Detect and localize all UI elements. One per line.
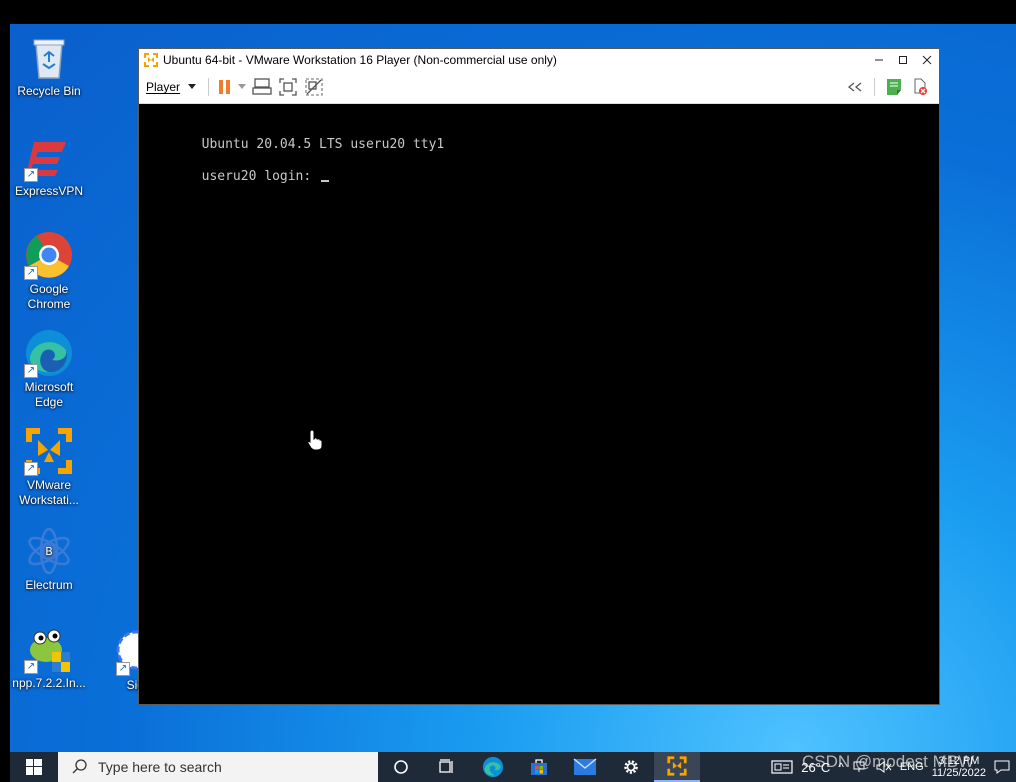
recycle-bin-icon: [24, 32, 74, 82]
desktop-icon-npp-installer[interactable]: ↗ npp.7.2.2.In...: [12, 624, 86, 691]
desktop-icon-label: Microsoft Edge: [24, 380, 74, 409]
full-screen-button[interactable]: [275, 74, 301, 100]
start-button[interactable]: [10, 752, 58, 782]
mail-icon: [573, 758, 597, 775]
desktop-icon-vmware[interactable]: ↗ VMware Workstati...: [12, 426, 86, 508]
unity-button[interactable]: [301, 74, 327, 100]
taskbar-edge[interactable]: [470, 752, 516, 782]
desktop-icon-label: Electrum: [25, 578, 73, 592]
shortcut-arrow-icon: ↗: [24, 462, 38, 476]
text-cursor: [321, 180, 330, 182]
shortcut-arrow-icon: ↗: [116, 662, 130, 676]
desktop-icon-label: npp.7.2.2.In...: [12, 676, 86, 690]
send-ctrl-alt-del-button[interactable]: [249, 74, 275, 100]
cortana-button[interactable]: [378, 752, 424, 782]
gear-icon: [624, 760, 638, 774]
message-log-button[interactable]: [881, 74, 907, 100]
chevron-down-icon: [188, 84, 197, 89]
vm-console-screen[interactable]: Ubuntu 20.04.5 LTS useru20 tty1 useru20 …: [139, 104, 939, 704]
desktop-icon-label: ExpressVPN: [14, 184, 84, 198]
electrum-icon: B: [24, 526, 74, 576]
toolbar-divider: [874, 78, 875, 96]
shortcut-arrow-icon: ↗: [24, 660, 38, 674]
shortcut-arrow-icon: ↗: [24, 266, 38, 280]
notepad-plus-plus-icon: ↗: [24, 624, 74, 674]
unity-icon: [305, 78, 323, 96]
edge-icon: ↗: [24, 328, 74, 378]
weather-icon[interactable]: [771, 759, 793, 775]
svg-text:B: B: [45, 545, 53, 558]
toolbar-divider: [208, 78, 210, 96]
search-placeholder: Type here to search: [98, 759, 222, 775]
login-prompt: useru20 login:: [201, 169, 320, 184]
chrome-icon: ↗: [24, 230, 74, 280]
minimize-button[interactable]: [867, 49, 891, 71]
desktop-icon-recycle-bin[interactable]: Recycle Bin: [12, 32, 86, 99]
console-banner: Ubuntu 20.04.5 LTS useru20 tty1: [201, 137, 445, 152]
taskbar-settings[interactable]: [608, 752, 654, 782]
double-chevron-left-icon: [847, 82, 862, 92]
notes-icon: [887, 79, 901, 95]
player-menu-label: Player: [146, 80, 181, 94]
desktop-icon-google-chrome[interactable]: ↗ Google Chrome: [12, 230, 86, 312]
window-titlebar[interactable]: Ubuntu 64-bit - VMware Workstation 16 Pl…: [139, 49, 939, 71]
taskbar-store[interactable]: [516, 752, 562, 782]
console-line: useru20 login:: [139, 154, 330, 199]
shortcut-arrow-icon: ↗: [24, 364, 38, 378]
pause-button[interactable]: [215, 74, 235, 100]
maximize-button[interactable]: [891, 49, 915, 71]
store-icon: [531, 759, 547, 775]
edge-icon: [482, 756, 504, 778]
taskbar-vmware[interactable]: [654, 752, 700, 782]
fullscreen-icon: [279, 78, 297, 96]
close-button[interactable]: [915, 49, 939, 71]
cortana-icon: [394, 760, 408, 774]
expressvpn-icon: ↗: [24, 132, 74, 182]
desktop-icon-microsoft-edge[interactable]: ↗ Microsoft Edge: [12, 328, 86, 410]
taskbar-search-box[interactable]: Type here to search: [58, 752, 378, 782]
player-menu-button[interactable]: Player: [139, 80, 202, 94]
windows-logo-icon: [26, 759, 42, 775]
taskbar-mail[interactable]: [562, 752, 608, 782]
watermark-text: CSDN @modest MBW: [802, 752, 975, 771]
desktop-icon-electrum[interactable]: B Electrum: [12, 526, 86, 593]
collapse-toolbar-button[interactable]: [842, 74, 868, 100]
vmware-toolbar: Player: [139, 71, 939, 104]
desktop-icon-expressvpn[interactable]: ↗ ExpressVPN: [12, 132, 86, 199]
shortcut-arrow-icon: ↗: [24, 168, 38, 182]
desktop-icon-label: Google Chrome: [27, 282, 71, 311]
pause-dropdown-button[interactable]: [235, 74, 249, 100]
send-keys-icon: [252, 78, 272, 95]
pause-icon: [219, 80, 231, 94]
desktop-icon-label: Recycle Bin: [17, 84, 81, 98]
removable-devices-button[interactable]: [907, 74, 933, 100]
desktop: Recycle Bin ↗ ExpressVPN ↗ Google Chrome: [10, 24, 1016, 752]
desktop-icon-label: VMware Workstati...: [19, 478, 79, 507]
task-view-icon: [439, 759, 453, 773]
task-view-button[interactable]: [424, 752, 470, 782]
notification-icon[interactable]: [994, 759, 1010, 775]
vmware-icon: [667, 756, 687, 776]
chevron-down-icon: [238, 84, 247, 89]
window-title: Ubuntu 64-bit - VMware Workstation 16 Pl…: [163, 53, 557, 67]
vmware-icon: ↗: [24, 426, 74, 476]
vmware-player-window: Ubuntu 64-bit - VMware Workstation 16 Pl…: [138, 48, 940, 705]
device-icon: [914, 78, 927, 95]
search-icon: [72, 759, 87, 774]
vmware-app-icon: [143, 52, 159, 68]
hand-cursor-icon: [307, 429, 323, 451]
